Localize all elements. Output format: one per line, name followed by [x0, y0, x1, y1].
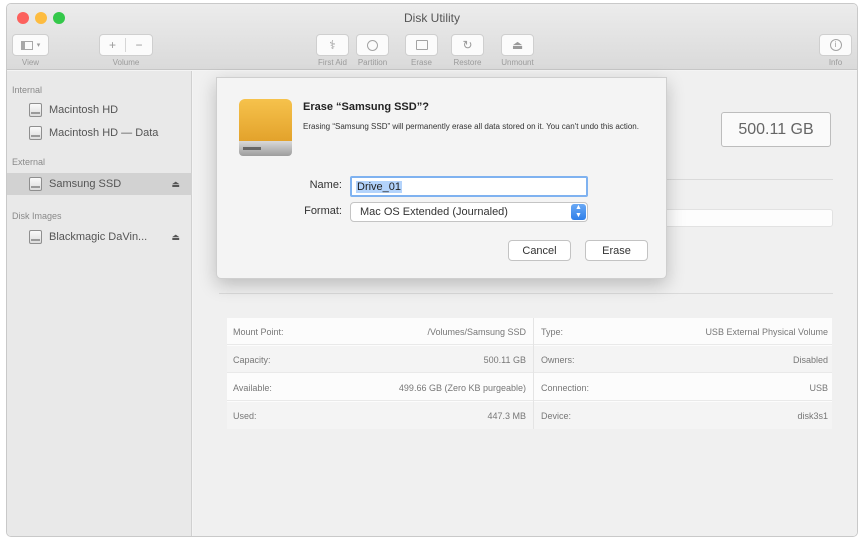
sidebar-item-label: Macintosh HD — Data	[49, 127, 159, 139]
cancel-button[interactable]: Cancel	[508, 240, 571, 261]
volume-label: Volume	[112, 58, 140, 67]
sidebar-item-blackmagic[interactable]: Blackmagic DaVin... ⏏	[7, 226, 192, 248]
unmount-label: Unmount	[501, 58, 534, 67]
table-row: Available: 499.66 GB (Zero KB purgeable)…	[227, 374, 832, 401]
erase-label: Erase	[411, 58, 432, 67]
plus-icon[interactable]: +	[100, 38, 126, 52]
erase-button[interactable]	[405, 34, 438, 56]
select-arrows-icon: ▲ ▼	[571, 204, 586, 220]
info-button[interactable]: i	[819, 34, 852, 56]
eject-icon[interactable]: ⏏	[171, 179, 180, 190]
minus-icon[interactable]: −	[126, 38, 152, 52]
view-label: View	[21, 58, 40, 67]
sidebar-item-label: Blackmagic DaVin...	[49, 231, 148, 243]
info-key: Connection:	[541, 383, 590, 393]
view-button[interactable]: ▾	[12, 34, 49, 56]
first-aid-button[interactable]: ⚕	[316, 34, 349, 56]
internal-disk-icon	[29, 126, 42, 140]
eject-icon: ⏏	[511, 38, 524, 52]
sidebar-item-samsung-ssd[interactable]: Samsung SSD ⏏	[7, 173, 192, 195]
info-value: 500.11 GB	[483, 355, 526, 365]
first-aid-label: First Aid	[318, 58, 347, 67]
table-row: Capacity: 500.11 GB Owners: Disabled	[227, 346, 832, 373]
eject-icon[interactable]: ⏏	[171, 232, 180, 243]
info-key: Mount Point:	[233, 327, 284, 337]
info-key: Used:	[233, 411, 257, 421]
info-key: Type:	[541, 327, 564, 337]
pie-icon	[367, 39, 378, 51]
info-key: Capacity:	[233, 355, 271, 365]
erase-confirm-button[interactable]: Erase	[585, 240, 648, 261]
info-key: Available:	[233, 383, 272, 393]
sidebar-icon	[20, 40, 33, 50]
column-divider	[533, 318, 534, 429]
info-value: 447.3 MB	[487, 411, 526, 421]
stethoscope-icon: ⚕	[329, 38, 336, 52]
info-icon: i	[829, 39, 842, 51]
table-row: Mount Point: /Volumes/Samsung SSD Type: …	[227, 318, 832, 345]
format-select-value: Mac OS Extended (Journaled)	[360, 206, 508, 218]
name-field[interactable]: Drive_01	[350, 176, 588, 197]
info-table: Mount Point: /Volumes/Samsung SSD Type: …	[227, 318, 832, 429]
format-select[interactable]: Mac OS Extended (Journaled) ▲ ▼	[350, 202, 588, 222]
info-value: /Volumes/Samsung SSD	[427, 327, 526, 337]
info-value: 499.66 GB (Zero KB purgeable)	[398, 383, 526, 393]
format-field-label: Format:	[304, 205, 342, 217]
disk-utility-window: Disk Utility ▾ View + − Volume ⚕ First A…	[6, 3, 858, 537]
name-field-label: Name:	[309, 179, 342, 191]
restore-label: Restore	[453, 58, 482, 67]
window-title: Disk Utility	[404, 11, 460, 25]
capacity-badge: 500.11 GB	[721, 112, 831, 147]
volume-button-group: + −	[99, 34, 153, 56]
info-value: disk3s1	[797, 411, 828, 421]
sidebar-item-macintosh-hd-data[interactable]: Macintosh HD — Data	[7, 122, 192, 144]
info-value: Disabled	[792, 355, 828, 365]
name-field-value: Drive_01	[356, 180, 403, 193]
eraser-icon	[415, 40, 428, 50]
divider	[219, 293, 833, 294]
info-value: USB External Physical Volume	[705, 327, 828, 337]
sidebar-item-label: Macintosh HD	[49, 104, 119, 116]
external-drive-icon	[239, 99, 292, 156]
dialog-title: Erase “Samsung SSD”?	[303, 101, 429, 113]
partition-button[interactable]	[356, 34, 389, 56]
unmount-button[interactable]: ⏏	[501, 34, 534, 56]
dialog-message: Erasing “Samsung SSD” will permanently e…	[303, 122, 639, 131]
info-key: Device:	[541, 411, 572, 421]
sidebar-section-external: External	[12, 157, 46, 167]
internal-disk-icon	[29, 103, 42, 117]
info-label: Info	[828, 58, 843, 67]
disk-image-icon	[29, 230, 42, 244]
chevron-down-icon: ▾	[36, 42, 41, 49]
partition-label: Partition	[357, 58, 388, 67]
sidebar-section-internal: Internal	[12, 85, 43, 95]
restore-button[interactable]: ↻	[451, 34, 484, 56]
external-disk-icon	[29, 177, 42, 191]
info-value: USB	[809, 383, 828, 393]
toolbar: Disk Utility ▾ View + − Volume ⚕ First A…	[7, 4, 857, 70]
erase-dialog: Erase “Samsung SSD”? Erasing “Samsung SS…	[216, 77, 667, 279]
table-row: Used: 447.3 MB Device: disk3s1	[227, 402, 832, 429]
info-key: Owners:	[541, 355, 575, 365]
sidebar-item-label: Samsung SSD	[49, 178, 122, 190]
sidebar: Internal Macintosh HD Macintosh HD — Dat…	[7, 71, 192, 536]
sidebar-item-macintosh-hd[interactable]: Macintosh HD	[7, 99, 192, 121]
sidebar-section-disk-images: Disk Images	[12, 211, 62, 221]
restore-icon: ↻	[462, 38, 473, 52]
